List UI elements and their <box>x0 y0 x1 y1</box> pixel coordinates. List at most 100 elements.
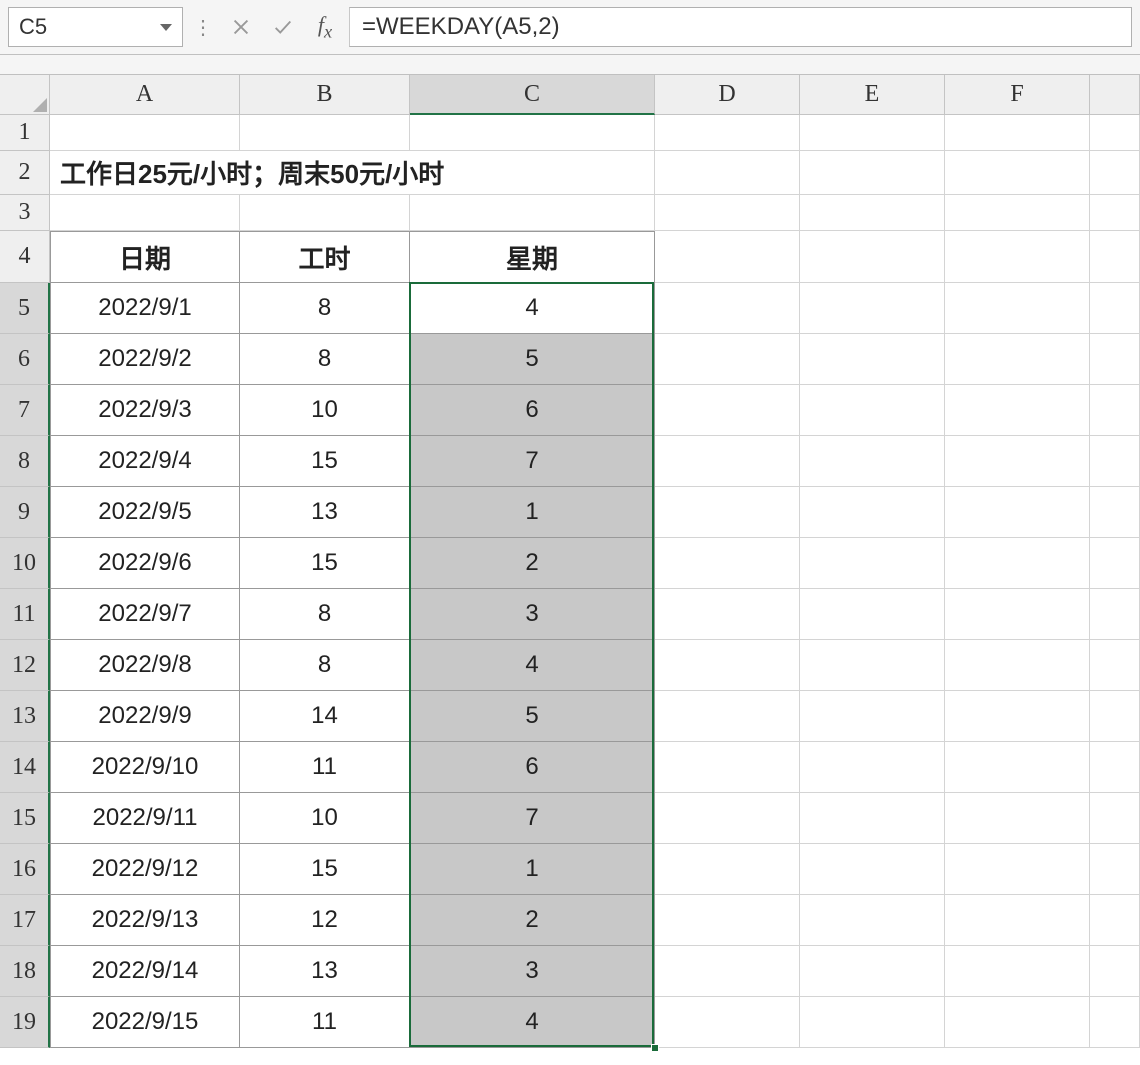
cell-C5[interactable]: 4 <box>410 283 655 334</box>
cell-A18[interactable]: 2022/9/14 <box>50 946 240 997</box>
cell-F19[interactable] <box>945 997 1090 1048</box>
column-header-spill[interactable] <box>1090 75 1140 115</box>
cell-B5[interactable]: 8 <box>240 283 410 334</box>
row-header-9[interactable]: 9 <box>0 487 50 538</box>
cell-E7[interactable] <box>800 385 945 436</box>
formula-input[interactable]: =WEEKDAY(A5,2) <box>349 7 1132 47</box>
cell-_7[interactable] <box>1090 385 1140 436</box>
row-header-10[interactable]: 10 <box>0 538 50 589</box>
cell-F13[interactable] <box>945 691 1090 742</box>
cell[interactable] <box>655 151 800 195</box>
cell-B1[interactable] <box>240 115 410 151</box>
cell-F14[interactable] <box>945 742 1090 793</box>
cell-E9[interactable] <box>800 487 945 538</box>
row-header-12[interactable]: 12 <box>0 640 50 691</box>
row-header-6[interactable]: 6 <box>0 334 50 385</box>
cell-C11[interactable]: 3 <box>410 589 655 640</box>
cell-C18[interactable]: 3 <box>410 946 655 997</box>
cell-A10[interactable]: 2022/9/6 <box>50 538 240 589</box>
row-header-16[interactable]: 16 <box>0 844 50 895</box>
cell-_11[interactable] <box>1090 589 1140 640</box>
enter-button[interactable] <box>265 9 301 45</box>
row-header-11[interactable]: 11 <box>0 589 50 640</box>
cell-F7[interactable] <box>945 385 1090 436</box>
cell-D7[interactable] <box>655 385 800 436</box>
cell-B16[interactable]: 15 <box>240 844 410 895</box>
cell-E19[interactable] <box>800 997 945 1048</box>
cell-E16[interactable] <box>800 844 945 895</box>
cell-_19[interactable] <box>1090 997 1140 1048</box>
cell-D6[interactable] <box>655 334 800 385</box>
cell-E12[interactable] <box>800 640 945 691</box>
cell-C3[interactable] <box>410 195 655 231</box>
row-header-4[interactable]: 4 <box>0 231 50 283</box>
cell-C19[interactable]: 4 <box>410 997 655 1048</box>
cell-D18[interactable] <box>655 946 800 997</box>
cell-E11[interactable] <box>800 589 945 640</box>
cell-F6[interactable] <box>945 334 1090 385</box>
cell-B14[interactable]: 11 <box>240 742 410 793</box>
cell-E1[interactable] <box>800 115 945 151</box>
spreadsheet-grid[interactable]: ABCDEF12工作日25元/小时；周末50元/小时34日期工时星期52022/… <box>0 75 1140 1048</box>
column-header-E[interactable]: E <box>800 75 945 115</box>
cell-F1[interactable] <box>945 115 1090 151</box>
cell-D19[interactable] <box>655 997 800 1048</box>
cell[interactable] <box>1090 151 1140 195</box>
cell-B19[interactable]: 11 <box>240 997 410 1048</box>
row-header-18[interactable]: 18 <box>0 946 50 997</box>
cell-C7[interactable]: 6 <box>410 385 655 436</box>
row-header-5[interactable]: 5 <box>0 283 50 334</box>
cell-C1[interactable] <box>410 115 655 151</box>
cell-F10[interactable] <box>945 538 1090 589</box>
cell-C8[interactable]: 7 <box>410 436 655 487</box>
cell-D10[interactable] <box>655 538 800 589</box>
cell-F11[interactable] <box>945 589 1090 640</box>
cell-_9[interactable] <box>1090 487 1140 538</box>
cell-E13[interactable] <box>800 691 945 742</box>
cell-D16[interactable] <box>655 844 800 895</box>
cell-D14[interactable] <box>655 742 800 793</box>
cell-A13[interactable]: 2022/9/9 <box>50 691 240 742</box>
cell-C12[interactable]: 4 <box>410 640 655 691</box>
column-header-C[interactable]: C <box>410 75 655 115</box>
cell-F15[interactable] <box>945 793 1090 844</box>
cell-A6[interactable]: 2022/9/2 <box>50 334 240 385</box>
cell-B12[interactable]: 8 <box>240 640 410 691</box>
cell-D13[interactable] <box>655 691 800 742</box>
insert-function-button[interactable]: fx <box>307 9 343 45</box>
cell-B13[interactable]: 14 <box>240 691 410 742</box>
cell-_8[interactable] <box>1090 436 1140 487</box>
row-header-7[interactable]: 7 <box>0 385 50 436</box>
cell-_16[interactable] <box>1090 844 1140 895</box>
cell-B10[interactable]: 15 <box>240 538 410 589</box>
cell-_5[interactable] <box>1090 283 1140 334</box>
cell-F17[interactable] <box>945 895 1090 946</box>
cell-E17[interactable] <box>800 895 945 946</box>
cell-C15[interactable]: 7 <box>410 793 655 844</box>
cell-_17[interactable] <box>1090 895 1140 946</box>
cell-A16[interactable]: 2022/9/12 <box>50 844 240 895</box>
cell-E3[interactable] <box>800 195 945 231</box>
cell-B7[interactable]: 10 <box>240 385 410 436</box>
row-header-8[interactable]: 8 <box>0 436 50 487</box>
column-header-F[interactable]: F <box>945 75 1090 115</box>
chevron-down-icon[interactable] <box>160 24 172 31</box>
title-cell[interactable]: 工作日25元/小时；周末50元/小时 <box>50 151 655 195</box>
cell-A17[interactable]: 2022/9/13 <box>50 895 240 946</box>
cell-A19[interactable]: 2022/9/15 <box>50 997 240 1048</box>
cell-A15[interactable]: 2022/9/11 <box>50 793 240 844</box>
cell-F8[interactable] <box>945 436 1090 487</box>
header-cell-C[interactable]: 星期 <box>410 231 655 283</box>
cell-_10[interactable] <box>1090 538 1140 589</box>
row-header-17[interactable]: 17 <box>0 895 50 946</box>
cell-A1[interactable] <box>50 115 240 151</box>
row-header-3[interactable]: 3 <box>0 195 50 231</box>
header-cell-A[interactable]: 日期 <box>50 231 240 283</box>
cell-A14[interactable]: 2022/9/10 <box>50 742 240 793</box>
cell-_6[interactable] <box>1090 334 1140 385</box>
cell-_12[interactable] <box>1090 640 1140 691</box>
cell-C16[interactable]: 1 <box>410 844 655 895</box>
cell-F16[interactable] <box>945 844 1090 895</box>
cell-D12[interactable] <box>655 640 800 691</box>
cell-C17[interactable]: 2 <box>410 895 655 946</box>
